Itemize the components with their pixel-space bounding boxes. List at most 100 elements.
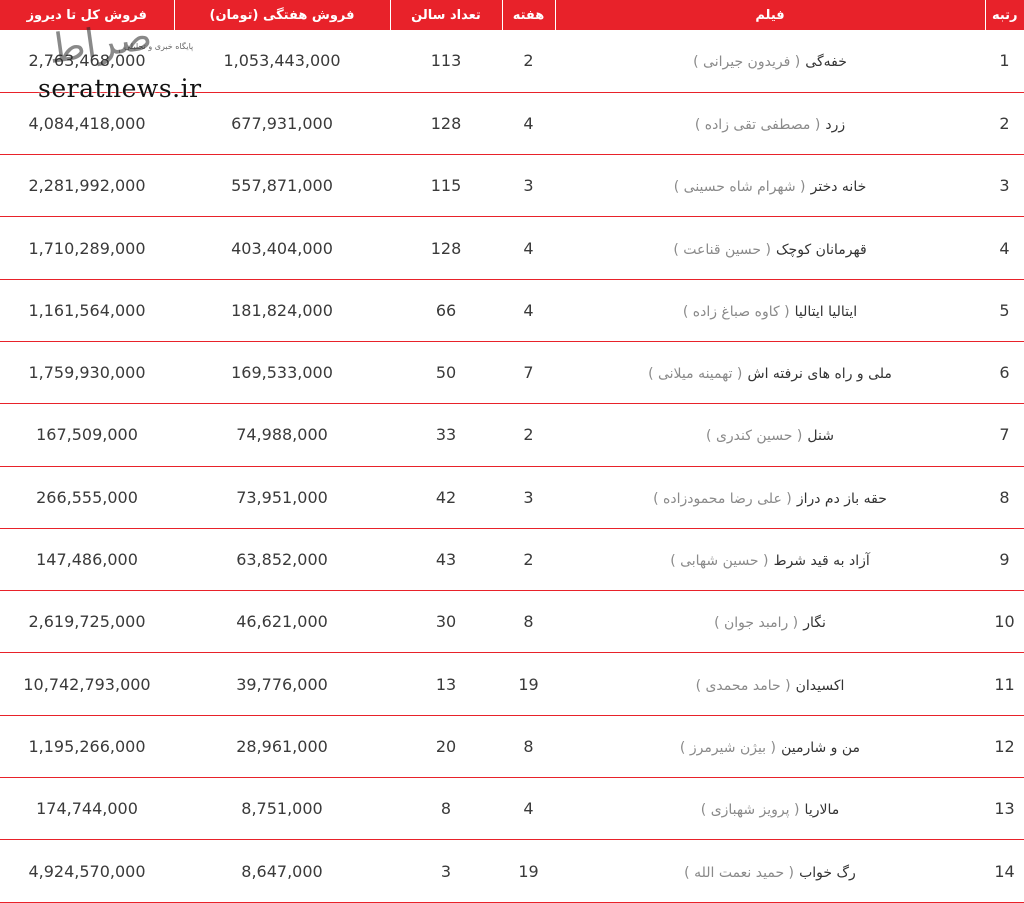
cell-total-sales: 147,486,000: [0, 528, 174, 592]
table-row: 2,619,725,000 46,621,000 30 8 نگار ( رامبد ج…: [0, 590, 1024, 654]
cell-halls: 13: [390, 652, 502, 716]
cell-halls: 33: [390, 403, 502, 467]
table-row: 1,759,930,000 169,533,000 50 7 ملی و راه های…: [0, 341, 1024, 405]
table-row: 1,195,266,000 28,961,000 20 8 من و شارمین ( …: [0, 715, 1024, 779]
cell-weekly-sales: 73,951,000: [174, 466, 390, 529]
table-header-row: فروش کل تا دیروز فروش هفتگی (تومان) تعدا…: [0, 0, 1024, 30]
cell-week: 2: [502, 30, 555, 93]
film-title: خفه‌گی: [805, 54, 847, 71]
film-director: ( پرویز شهبازی ): [700, 802, 800, 819]
film-director: ( رامبد جوان ): [714, 615, 799, 632]
cell-total-sales: 1,195,266,000: [0, 715, 174, 779]
film-director: ( حامد محمدی ): [695, 677, 791, 694]
cell-halls: 128: [390, 92, 502, 156]
header-halls[interactable]: تعداد سالن: [389, 0, 502, 30]
cell-weekly-sales: 557,871,000: [174, 154, 390, 218]
cell-rank: 7: [985, 403, 1024, 467]
table-row: 10,742,793,000 39,776,000 13 19 اکسیدان ( حا…: [0, 652, 1024, 716]
cell-weekly-sales: 63,852,000: [174, 528, 390, 592]
cell-total-sales: 2,763,468,000: [0, 30, 174, 93]
cell-week: 4: [502, 279, 555, 342]
cell-weekly-sales: 39,776,000: [174, 652, 390, 716]
film-title: آزاد به قید شرط: [773, 553, 870, 570]
header-film[interactable]: فیلم: [554, 0, 985, 30]
cell-halls: 30: [390, 590, 502, 654]
box-office-table: فروش کل تا دیروز فروش هفتگی (تومان) تعدا…: [0, 0, 1024, 903]
film-title: قهرمانان کوچک: [776, 241, 867, 258]
cell-weekly-sales: 181,824,000: [174, 279, 390, 342]
film-director: ( شهرام شاه حسینی ): [673, 179, 806, 196]
cell-rank: 2: [985, 92, 1024, 156]
cell-week: 2: [502, 528, 555, 592]
cell-rank: 4: [985, 216, 1024, 280]
film-title: ملی و راه های نرفته اش: [747, 366, 892, 383]
cell-week: 4: [502, 777, 555, 841]
cell-film: نگار ( رامبد جوان ): [555, 590, 985, 654]
film-director: ( حسین شهابی ): [670, 553, 769, 570]
table-row: 2,281,992,000 557,871,000 115 3 خانه دختر ( …: [0, 154, 1024, 218]
film-title: حقه باز دم دراز: [796, 490, 887, 507]
cell-weekly-sales: 8,751,000: [174, 777, 390, 841]
cell-rank: 10: [985, 590, 1024, 654]
cell-rank: 6: [985, 341, 1024, 405]
film-title: شنل: [807, 428, 834, 445]
cell-weekly-sales: 677,931,000: [174, 92, 390, 156]
film-director: ( علی رضا محمودزاده ): [653, 490, 792, 507]
cell-film: ملی و راه های نرفته اش ( تهمینه میلانی ): [555, 341, 985, 405]
cell-weekly-sales: 169,533,000: [174, 341, 390, 405]
cell-film: خفه‌گی ( فریدون جیرانی ): [555, 30, 985, 93]
cell-week: 19: [502, 839, 555, 903]
film-director: ( حسین کندری ): [706, 428, 803, 445]
cell-halls: 20: [390, 715, 502, 779]
cell-rank: 14: [985, 839, 1024, 903]
table-body: 2,763,468,000 1,053,443,000 113 2 خفه‌گی ( ف…: [0, 30, 1024, 903]
cell-film: خانه دختر ( شهرام شاه حسینی ): [555, 154, 985, 218]
cell-total-sales: 4,924,570,000: [0, 839, 174, 903]
film-director: ( حسین قناعت ): [673, 241, 771, 258]
film-director: ( حمید نعمت الله ): [684, 864, 795, 881]
film-title: زرد: [825, 116, 846, 133]
cell-film: قهرمانان کوچک ( حسین قناعت ): [555, 216, 985, 280]
cell-film: زرد ( مصطفی تقی زاده ): [555, 92, 985, 156]
cell-week: 4: [502, 92, 555, 156]
cell-week: 3: [502, 154, 555, 218]
header-week[interactable]: هفته: [501, 0, 555, 30]
film-title: نگار: [803, 615, 826, 632]
cell-week: 8: [502, 715, 555, 779]
film-title: من و شارمین: [781, 739, 861, 756]
cell-total-sales: 2,281,992,000: [0, 154, 174, 218]
cell-week: 4: [502, 216, 555, 280]
cell-week: 8: [502, 590, 555, 654]
table-row: 1,161,564,000 181,824,000 66 4 ایتالیا ایتال…: [0, 279, 1024, 342]
cell-film: شنل ( حسین کندری ): [555, 403, 985, 467]
cell-total-sales: 2,619,725,000: [0, 590, 174, 654]
table-row: 2,763,468,000 1,053,443,000 113 2 خفه‌گی ( ف…: [0, 30, 1024, 93]
cell-total-sales: 174,744,000: [0, 777, 174, 841]
cell-weekly-sales: 46,621,000: [174, 590, 390, 654]
cell-weekly-sales: 74,988,000: [174, 403, 390, 467]
table-row: 4,924,570,000 8,647,000 3 19 رگ خواب ( حمید …: [0, 839, 1024, 903]
table-row: 266,555,000 73,951,000 42 3 حقه باز دم دراز …: [0, 466, 1024, 529]
header-weekly-sales[interactable]: فروش هفتگی (تومان): [173, 0, 390, 30]
cell-total-sales: 1,710,289,000: [0, 216, 174, 280]
cell-rank: 1: [985, 30, 1024, 93]
cell-rank: 3: [985, 154, 1024, 218]
film-director: ( کاوه صباغ زاده ): [682, 303, 790, 320]
cell-film: اکسیدان ( حامد محمدی ): [555, 652, 985, 716]
header-rank[interactable]: رتبه: [984, 0, 1024, 30]
cell-rank: 12: [985, 715, 1024, 779]
table-row: 174,744,000 8,751,000 8 4 مالاریا ( پرویز شه…: [0, 777, 1024, 841]
cell-halls: 3: [390, 839, 502, 903]
cell-halls: 66: [390, 279, 502, 342]
cell-weekly-sales: 403,404,000: [174, 216, 390, 280]
cell-weekly-sales: 1,053,443,000: [174, 30, 390, 93]
table-row: 147,486,000 63,852,000 43 2 آزاد به قید شرط …: [0, 528, 1024, 592]
cell-rank: 9: [985, 528, 1024, 592]
header-total-sales[interactable]: فروش کل تا دیروز: [0, 0, 174, 30]
film-title: رگ خواب: [799, 864, 856, 881]
table-row: 1,710,289,000 403,404,000 128 4 قهرمانان کوچ…: [0, 216, 1024, 280]
cell-total-sales: 1,759,930,000: [0, 341, 174, 405]
cell-halls: 115: [390, 154, 502, 218]
film-director: ( فریدون جیرانی ): [693, 54, 801, 71]
cell-weekly-sales: 28,961,000: [174, 715, 390, 779]
